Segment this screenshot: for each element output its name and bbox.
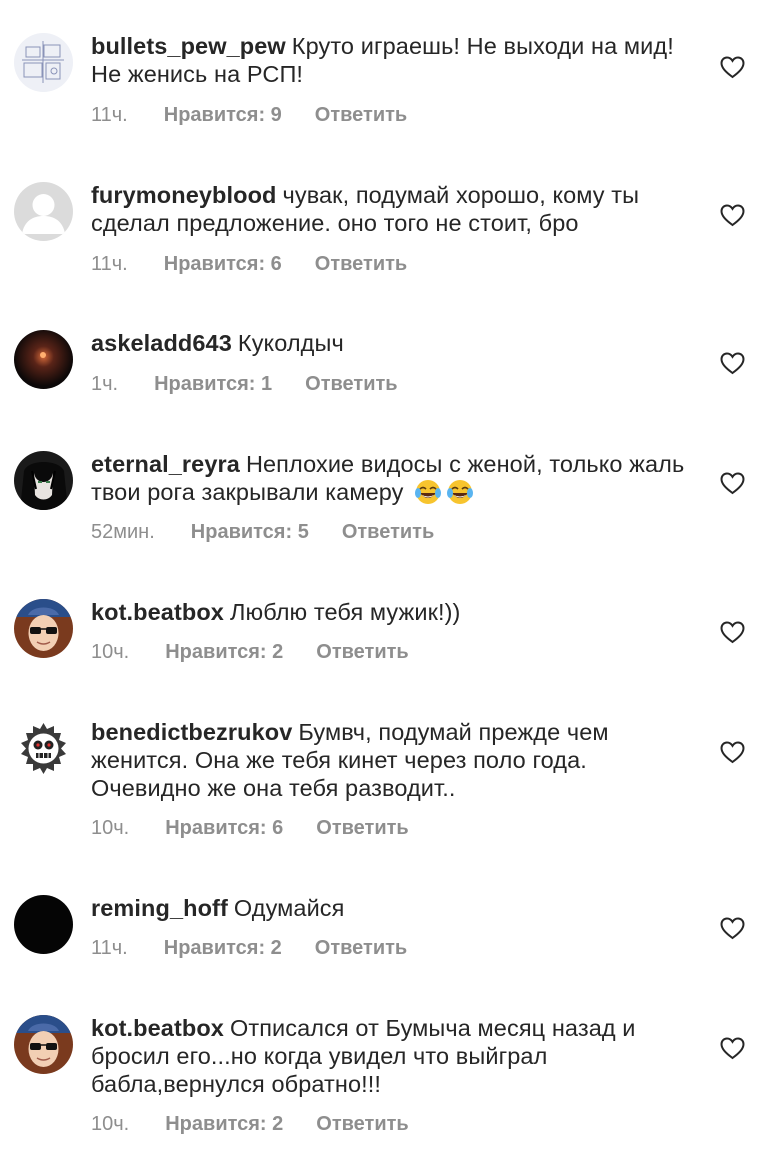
reply-button[interactable]: Ответить bbox=[316, 640, 408, 664]
comment-meta: 52мин. Нравится: 5 Ответить bbox=[91, 520, 434, 544]
reply-button[interactable]: Ответить bbox=[316, 816, 408, 840]
avatar[interactable] bbox=[14, 33, 73, 92]
dark-photo-avatar-icon bbox=[14, 330, 73, 389]
comment-likes[interactable]: Нравится: 2 bbox=[164, 936, 282, 960]
comment-text-block: furymoneyblood чувак, подумай хорошо, ком… bbox=[91, 181, 691, 237]
comment-likes[interactable]: Нравится: 1 bbox=[154, 372, 272, 396]
comment-time: 1ч. bbox=[91, 373, 119, 395]
like-heart-icon[interactable] bbox=[720, 204, 745, 227]
comment-time: 11ч. bbox=[91, 937, 128, 959]
comment-likes[interactable]: Нравится: 2 bbox=[165, 640, 283, 664]
laughing-crying-emoji-icon bbox=[414, 479, 442, 505]
comment-likes[interactable]: Нравится: 5 bbox=[191, 520, 309, 544]
comment-time: 10ч. bbox=[91, 817, 130, 839]
comment-time: 11ч. bbox=[91, 253, 128, 275]
anime-avatar-icon bbox=[14, 451, 73, 510]
like-heart-icon[interactable] bbox=[720, 1037, 745, 1060]
comment-username[interactable]: kot.beatbox bbox=[91, 599, 224, 625]
sunglasses-avatar-icon bbox=[14, 1015, 73, 1074]
comment-time: 10ч. bbox=[91, 1113, 130, 1135]
comment-username[interactable]: furymoneyblood bbox=[91, 182, 277, 208]
reply-button[interactable]: Ответить bbox=[305, 372, 397, 396]
avatar[interactable] bbox=[14, 719, 73, 778]
comment-time: 52мин. bbox=[91, 521, 155, 543]
comment-time: 10ч. bbox=[91, 641, 130, 663]
laughing-crying-emoji-icon bbox=[446, 479, 474, 505]
avatar[interactable] bbox=[14, 451, 73, 510]
like-heart-icon[interactable] bbox=[720, 472, 745, 495]
comment-text: Люблю тебя мужик!)) bbox=[229, 599, 461, 625]
comment-meta: 11ч. Нравится: 9 Ответить bbox=[91, 103, 407, 127]
skull-emblem-avatar-icon bbox=[14, 719, 73, 778]
comment-text-block: reming_hoff Одумайся bbox=[91, 894, 691, 922]
comment-text-block: benedictbezrukov Бумвч, подумай прежде че… bbox=[91, 718, 691, 802]
like-heart-icon[interactable] bbox=[720, 352, 745, 375]
avatar[interactable] bbox=[14, 182, 73, 241]
comment-username[interactable]: askeladd643 bbox=[91, 330, 232, 356]
reply-button[interactable]: Ответить bbox=[315, 103, 407, 127]
comment-username[interactable]: reming_hoff bbox=[91, 895, 228, 921]
comment-meta: 1ч. Нравится: 1 Ответить bbox=[91, 372, 398, 396]
comment-text-block: kot.beatbox Отписался от Бумыча месяц наз… bbox=[91, 1014, 691, 1098]
avatar[interactable] bbox=[14, 895, 73, 954]
comment-meta: 10ч. Нравится: 2 Ответить bbox=[91, 1112, 409, 1136]
sunglasses-avatar-icon bbox=[14, 599, 73, 658]
comment-likes[interactable]: Нравится: 9 bbox=[164, 103, 282, 127]
comment-likes[interactable]: Нравится: 6 bbox=[164, 252, 282, 276]
comment-time: 11ч. bbox=[91, 104, 128, 126]
like-heart-icon[interactable] bbox=[720, 621, 745, 644]
reply-button[interactable]: Ответить bbox=[315, 252, 407, 276]
like-heart-icon[interactable] bbox=[720, 56, 745, 79]
comment-username[interactable]: bullets_pew_pew bbox=[91, 33, 286, 59]
black-avatar-icon bbox=[14, 895, 73, 954]
reply-button[interactable]: Ответить bbox=[342, 520, 434, 544]
avatar[interactable] bbox=[14, 330, 73, 389]
comment-username[interactable]: kot.beatbox bbox=[91, 1015, 224, 1041]
comment-text-block: eternal_reyra Неплохие видосы с женой, то… bbox=[91, 450, 691, 506]
reply-button[interactable]: Ответить bbox=[316, 1112, 408, 1136]
comment-meta: 11ч. Нравится: 6 Ответить bbox=[91, 252, 407, 276]
comment-likes[interactable]: Нравится: 6 bbox=[165, 816, 283, 840]
comment-likes[interactable]: Нравится: 2 bbox=[165, 1112, 283, 1136]
like-heart-icon[interactable] bbox=[720, 917, 745, 940]
comment-text-block: kot.beatbox Люблю тебя мужик!)) bbox=[91, 598, 691, 626]
sketch-avatar-icon bbox=[14, 33, 73, 92]
comment-text: Куколдыч bbox=[237, 330, 344, 356]
like-heart-icon[interactable] bbox=[720, 741, 745, 764]
comment-text: Одумайся bbox=[233, 895, 345, 921]
comment-text-block: bullets_pew_pew Круто играешь! Не выходи … bbox=[91, 32, 691, 88]
avatar[interactable] bbox=[14, 1015, 73, 1074]
default-avatar-icon bbox=[14, 182, 73, 241]
comment-username[interactable]: eternal_reyra bbox=[91, 451, 240, 477]
comment-text-block: askeladd643 Куколдыч bbox=[91, 329, 691, 357]
comment-meta: 10ч. Нравится: 2 Ответить bbox=[91, 640, 409, 664]
reply-button[interactable]: Ответить bbox=[315, 936, 407, 960]
comment-meta: 10ч. Нравится: 6 Ответить bbox=[91, 816, 409, 840]
comment-username[interactable]: benedictbezrukov bbox=[91, 719, 292, 745]
comment-meta: 11ч. Нравится: 2 Ответить bbox=[91, 936, 407, 960]
avatar[interactable] bbox=[14, 599, 73, 658]
